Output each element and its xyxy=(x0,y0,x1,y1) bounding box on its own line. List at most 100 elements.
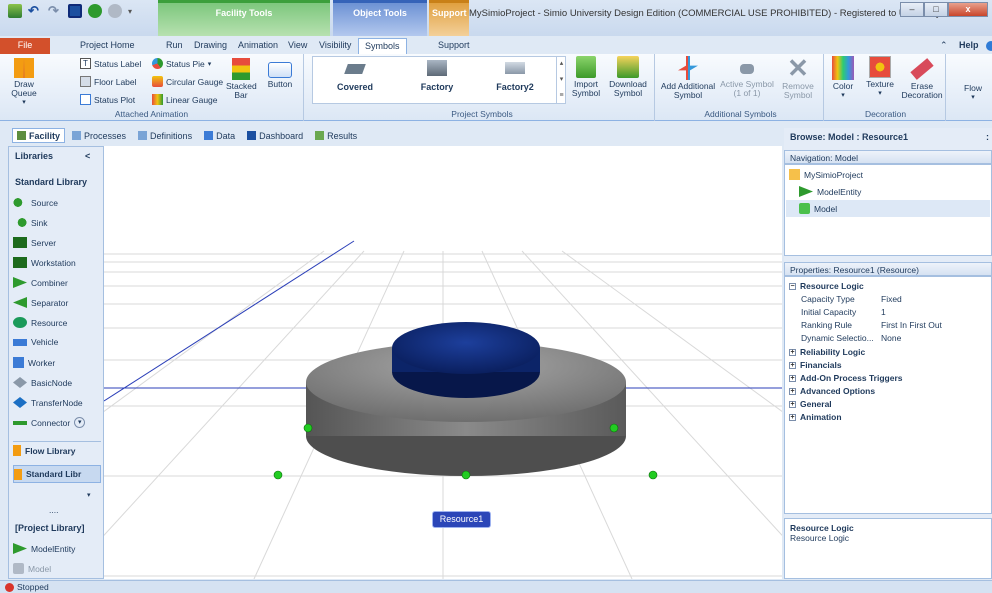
undo-icon[interactable]: ↶ xyxy=(28,4,42,18)
draw-queue-button[interactable]: Draw Queue ▾ xyxy=(2,58,46,107)
linear-gauge-button[interactable]: Linear Gauge xyxy=(152,94,218,105)
circular-gauge-button[interactable]: Circular Gauge xyxy=(152,76,223,87)
expand-icon: + xyxy=(789,374,796,382)
nav-item-project[interactable]: MySimioProject xyxy=(789,169,863,180)
tab-file[interactable]: File xyxy=(0,38,50,54)
lib-item-combiner[interactable]: Combiner xyxy=(13,277,68,288)
prop-value[interactable]: First In First Out xyxy=(881,320,942,330)
tab-dashboard[interactable]: Dashboard xyxy=(242,128,308,143)
dashboard-icon xyxy=(247,131,257,140)
lib-item-transfernode[interactable]: TransferNode xyxy=(13,397,83,408)
lib-item-source[interactable]: Source xyxy=(13,197,58,208)
node-bottom-left[interactable] xyxy=(273,470,283,480)
lib-item-basicnode[interactable]: BasicNode xyxy=(13,377,72,388)
tab-definitions[interactable]: Definitions xyxy=(133,128,197,143)
nav-item-model[interactable]: Model xyxy=(786,200,990,217)
lib-item-model[interactable]: Model xyxy=(13,563,51,574)
lib-item-worker[interactable]: Worker xyxy=(13,357,55,368)
status-plot-button[interactable]: Status Plot xyxy=(80,94,135,105)
collapse-library-icon[interactable]: < xyxy=(85,151,90,161)
tab-animation[interactable]: Animation xyxy=(232,38,284,54)
lib-item-separator[interactable]: Separator xyxy=(13,297,68,308)
tab-symbols[interactable]: Symbols xyxy=(358,38,407,54)
add-additional-symbol-button[interactable]: Add Additional Symbol xyxy=(660,56,716,100)
tab-drawing[interactable]: Drawing xyxy=(188,38,233,54)
cat-reliability[interactable]: + Reliability Logic xyxy=(789,347,865,357)
group-attached-animation: Draw Queue ▾ T Status Label Floor Label S… xyxy=(0,54,304,121)
tab-facility[interactable]: Facility xyxy=(12,128,66,143)
symbol-factory2[interactable]: Factory2 xyxy=(480,62,550,92)
connector-dropdown-icon[interactable]: ▾ xyxy=(74,417,86,428)
gallery-scroll[interactable]: ▴ ▾ ≡ xyxy=(556,56,566,104)
facility-canvas[interactable]: Resource1 xyxy=(104,146,782,579)
floor-label-button[interactable]: Floor Label xyxy=(80,76,137,87)
maximize-button[interactable]: □ xyxy=(924,2,948,17)
prop-dynamic-selection[interactable]: Dynamic Selectio... None xyxy=(801,333,989,343)
prop-value[interactable]: Fixed xyxy=(881,294,902,304)
stacked-bar-button[interactable]: Stacked Bar xyxy=(226,58,257,100)
lib-item-workstation[interactable]: Workstation xyxy=(13,257,76,268)
status-pie-button[interactable]: Status Pie ▾ xyxy=(152,58,211,69)
pin-icon[interactable]: : xyxy=(986,132,989,142)
minimize-button[interactable]: – xyxy=(900,2,924,17)
prop-ranking-rule[interactable]: Ranking Rule First In First Out xyxy=(801,320,989,330)
lib-item-connector[interactable]: Connector ▾ xyxy=(13,417,86,428)
erase-decoration-button[interactable]: Erase Decoration xyxy=(900,56,944,100)
standard-library-button[interactable]: Standard Libr xyxy=(13,465,101,483)
lib-item-server[interactable]: Server xyxy=(13,237,56,248)
nav-item-modelentity[interactable]: ModelEntity xyxy=(799,186,861,197)
prop-value[interactable]: None xyxy=(881,333,901,343)
run-icon[interactable] xyxy=(88,4,102,18)
cat-financials[interactable]: + Financials xyxy=(789,360,842,370)
button-button[interactable]: Button xyxy=(262,58,298,89)
tab-run[interactable]: Run xyxy=(160,38,189,54)
app-icon[interactable] xyxy=(8,4,22,18)
remove-symbol-button[interactable]: ✕ Remove Symbol xyxy=(778,55,818,100)
lib-item-modelentity[interactable]: ModelEntity xyxy=(13,543,75,554)
lib-item-vehicle[interactable]: Vehicle xyxy=(13,337,58,347)
color-button[interactable]: Color ▾ xyxy=(828,56,858,100)
texture-button[interactable]: Texture ▾ xyxy=(862,56,898,98)
library-splitter[interactable]: .... xyxy=(49,505,58,515)
cat-general[interactable]: + General xyxy=(789,399,832,409)
redo-icon[interactable]: ↷ xyxy=(48,4,62,18)
tab-support[interactable]: Support xyxy=(432,38,476,54)
flow-button[interactable]: Flow ▾ xyxy=(958,84,988,102)
status-label-button[interactable]: T Status Label xyxy=(80,58,141,69)
tab-results[interactable]: Results xyxy=(310,128,362,143)
resource1-object[interactable] xyxy=(306,322,626,476)
tab-processes[interactable]: Processes xyxy=(67,128,131,143)
tab-data[interactable]: Data xyxy=(199,128,240,143)
collapse-ribbon-icon[interactable]: ⌃ xyxy=(934,38,954,54)
stop-icon[interactable] xyxy=(108,4,122,18)
library-more-icon[interactable]: ▾ xyxy=(87,491,91,499)
prop-initial-capacity[interactable]: Initial Capacity 1 xyxy=(801,307,989,317)
node-left[interactable] xyxy=(303,423,313,433)
node-right[interactable] xyxy=(609,423,619,433)
tab-view[interactable]: View xyxy=(282,38,313,54)
tab-project-home[interactable]: Project Home xyxy=(74,38,141,54)
tab-help[interactable]: Help xyxy=(953,38,985,54)
node-bottom-right[interactable] xyxy=(648,470,658,480)
save-icon[interactable] xyxy=(68,4,82,18)
symbol-factory[interactable]: Factory xyxy=(402,60,472,92)
symbol-covered[interactable]: Covered xyxy=(320,64,390,92)
cat-animation[interactable]: + Animation xyxy=(789,412,842,422)
prop-value[interactable]: 1 xyxy=(881,307,886,317)
import-symbol-button[interactable]: Import Symbol xyxy=(568,56,604,98)
prop-capacity-type[interactable]: Capacity Type Fixed xyxy=(801,294,989,304)
node-bottom-center[interactable] xyxy=(461,470,471,480)
cat-addon[interactable]: + Add-On Process Triggers xyxy=(789,373,903,383)
download-symbol-button[interactable]: Download Symbol xyxy=(606,56,650,98)
close-button[interactable]: x xyxy=(948,2,988,17)
active-symbol-button[interactable]: Active Symbol (1 of 1) xyxy=(718,56,776,98)
flow-library-button[interactable]: Flow Library xyxy=(13,441,101,459)
lib-item-sink[interactable]: Sink xyxy=(13,217,48,228)
help-icon[interactable] xyxy=(986,41,992,51)
cat-advanced[interactable]: + Advanced Options xyxy=(789,386,875,396)
resource1-label[interactable]: Resource1 xyxy=(432,511,491,528)
customize-qat-icon[interactable]: ▾ xyxy=(128,7,132,16)
lib-item-resource[interactable]: Resource xyxy=(13,317,67,328)
tab-visibility[interactable]: Visibility xyxy=(313,38,357,54)
cat-resource-logic[interactable]: − Resource Logic xyxy=(789,281,864,291)
